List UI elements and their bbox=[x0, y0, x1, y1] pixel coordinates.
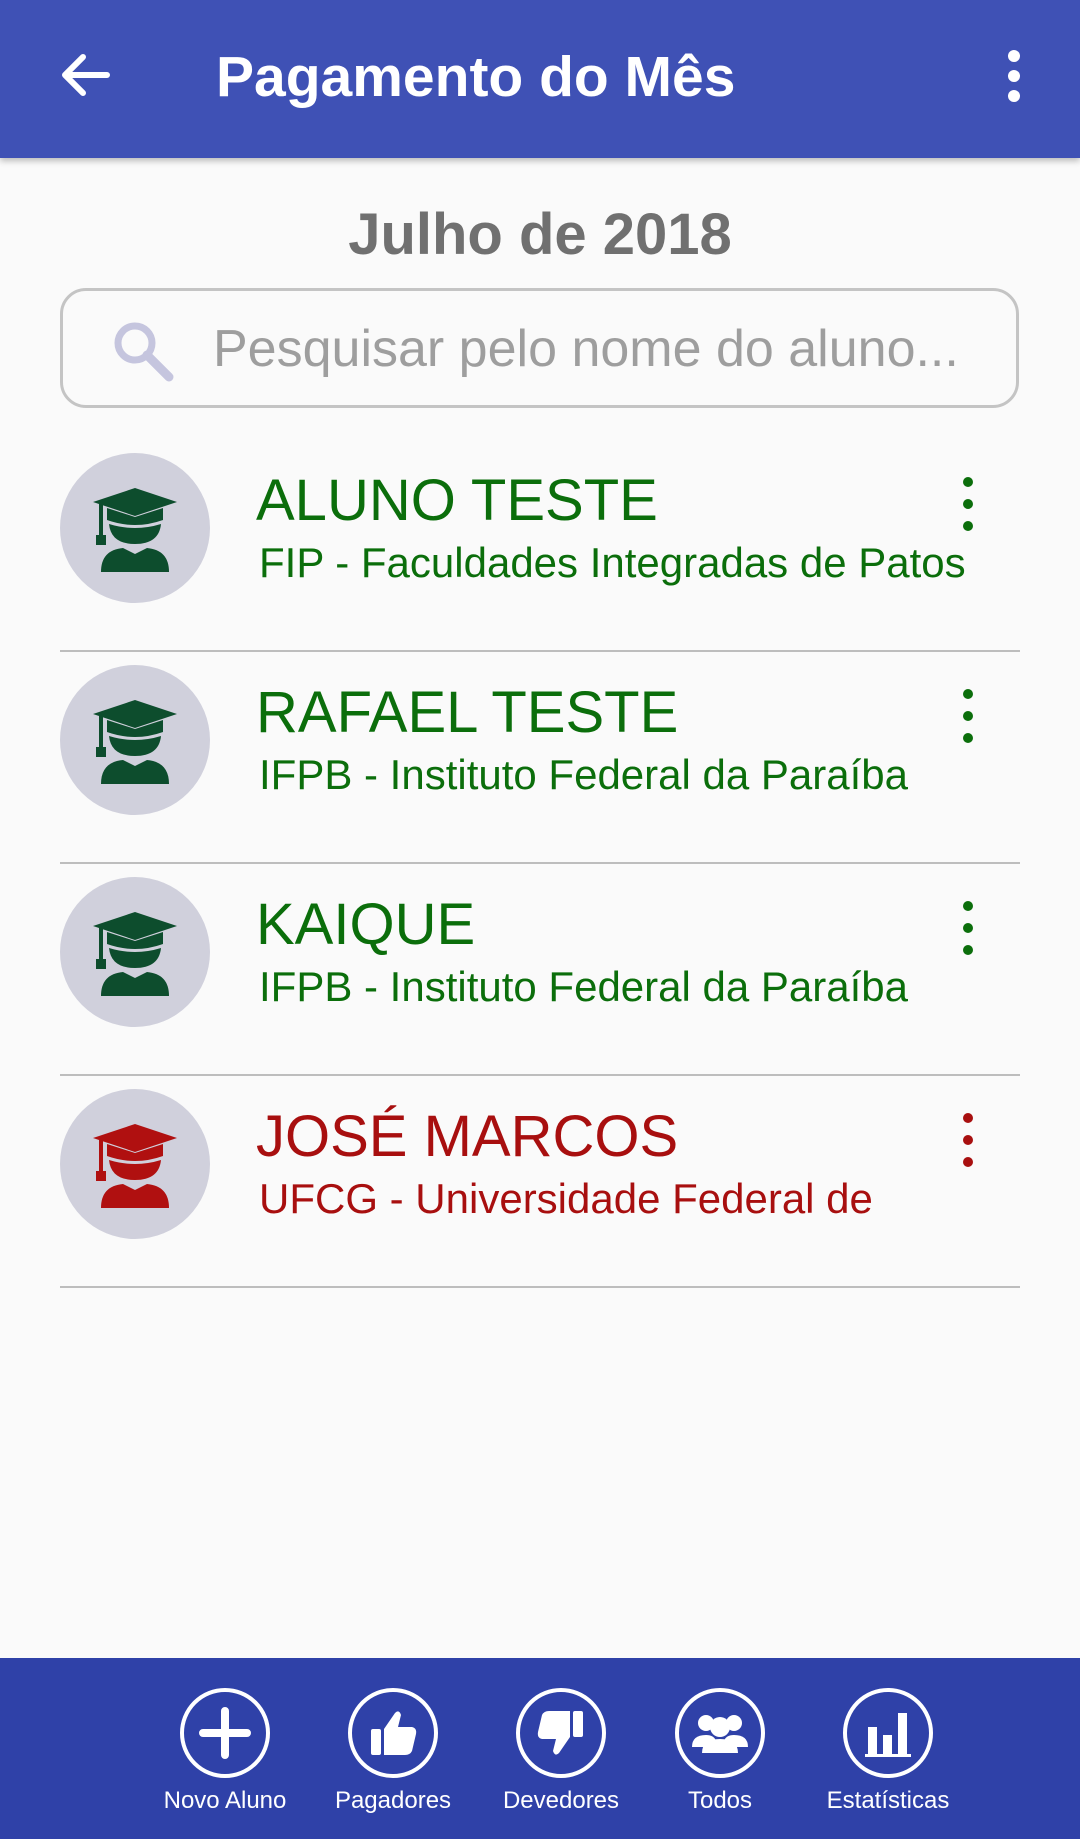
bottom-nav: Novo Aluno Pagadores Devedores Todos Est… bbox=[0, 1658, 1080, 1839]
nav-icon-circle bbox=[843, 1688, 933, 1778]
more-vertical-icon bbox=[963, 901, 973, 955]
nav-icon-circle bbox=[348, 1688, 438, 1778]
nav-icon-circle bbox=[675, 1688, 765, 1778]
more-vertical-icon bbox=[1008, 50, 1020, 102]
nav-label: Estatísticas bbox=[826, 1787, 950, 1814]
item-menu-button[interactable] bbox=[950, 880, 986, 976]
student-school: UFCG - Universidade Federal de bbox=[259, 1175, 873, 1222]
more-vertical-icon bbox=[963, 689, 973, 743]
more-vertical-icon bbox=[963, 477, 973, 531]
list-item[interactable]: JOSÉ MARCOS UFCG - Universidade Federal … bbox=[60, 1076, 1020, 1288]
plus-icon bbox=[199, 1707, 251, 1759]
student-name: JOSÉ MARCOS bbox=[256, 1104, 679, 1169]
student-name: KAIQUE bbox=[256, 892, 476, 957]
nav-label: Devedores bbox=[502, 1787, 620, 1814]
app-bar: Pagamento do Mês bbox=[0, 0, 1080, 158]
list-item[interactable]: RAFAEL TESTE IFPB - Instituto Federal da… bbox=[60, 652, 1020, 864]
student-school: FIP - Faculdades Integradas de Patos bbox=[259, 539, 966, 586]
nav-pagadores[interactable]: Pagadores bbox=[308, 1688, 478, 1828]
nav-label: Novo Aluno bbox=[163, 1787, 287, 1814]
graduate-icon bbox=[93, 912, 177, 996]
search-icon bbox=[114, 322, 174, 382]
nav-icon-circle bbox=[180, 1688, 270, 1778]
more-vertical-icon bbox=[963, 1113, 973, 1167]
student-name: RAFAEL TESTE bbox=[256, 680, 679, 745]
student-school: IFPB - Instituto Federal da Paraíba bbox=[259, 963, 908, 1010]
page-title: Pagamento do Mês bbox=[216, 45, 736, 109]
overflow-menu-button[interactable] bbox=[990, 40, 1038, 112]
nav-label: Pagadores bbox=[334, 1787, 452, 1814]
nav-estatisticas[interactable]: Estatísticas bbox=[803, 1688, 973, 1828]
avatar bbox=[60, 453, 210, 603]
list-item[interactable]: KAIQUE IFPB - Instituto Federal da Paraí… bbox=[60, 864, 1020, 1076]
nav-icon-circle bbox=[516, 1688, 606, 1778]
arrow-left-icon bbox=[62, 54, 110, 96]
month-title: Julho de 2018 bbox=[348, 202, 732, 267]
group-icon bbox=[692, 1715, 748, 1753]
thumbs-up-icon bbox=[371, 1711, 417, 1755]
nav-label: Todos bbox=[687, 1787, 753, 1814]
nav-todos[interactable]: Todos bbox=[635, 1688, 805, 1828]
avatar bbox=[60, 877, 210, 1027]
nav-novo-aluno[interactable]: Novo Aluno bbox=[140, 1688, 310, 1828]
avatar bbox=[60, 665, 210, 815]
graduate-icon bbox=[93, 700, 177, 784]
search-input[interactable] bbox=[213, 311, 1003, 387]
item-menu-button[interactable] bbox=[950, 1092, 986, 1188]
graduate-icon bbox=[93, 1124, 177, 1208]
nav-devedores[interactable]: Devedores bbox=[476, 1688, 646, 1828]
student-school: IFPB - Instituto Federal da Paraíba bbox=[259, 751, 908, 798]
item-menu-button[interactable] bbox=[950, 456, 986, 552]
thumbs-down-icon bbox=[537, 1711, 583, 1755]
search-box[interactable] bbox=[60, 288, 1019, 408]
bar-chart-icon bbox=[865, 1713, 911, 1757]
item-menu-button[interactable] bbox=[950, 668, 986, 764]
back-button[interactable] bbox=[50, 40, 120, 110]
list-item[interactable]: ALUNO TESTE FIP - Faculdades Integradas … bbox=[60, 440, 1020, 652]
student-name: ALUNO TESTE bbox=[256, 468, 658, 533]
student-list: ALUNO TESTE FIP - Faculdades Integradas … bbox=[60, 440, 1020, 1288]
avatar bbox=[60, 1089, 210, 1239]
graduate-icon bbox=[93, 488, 177, 572]
